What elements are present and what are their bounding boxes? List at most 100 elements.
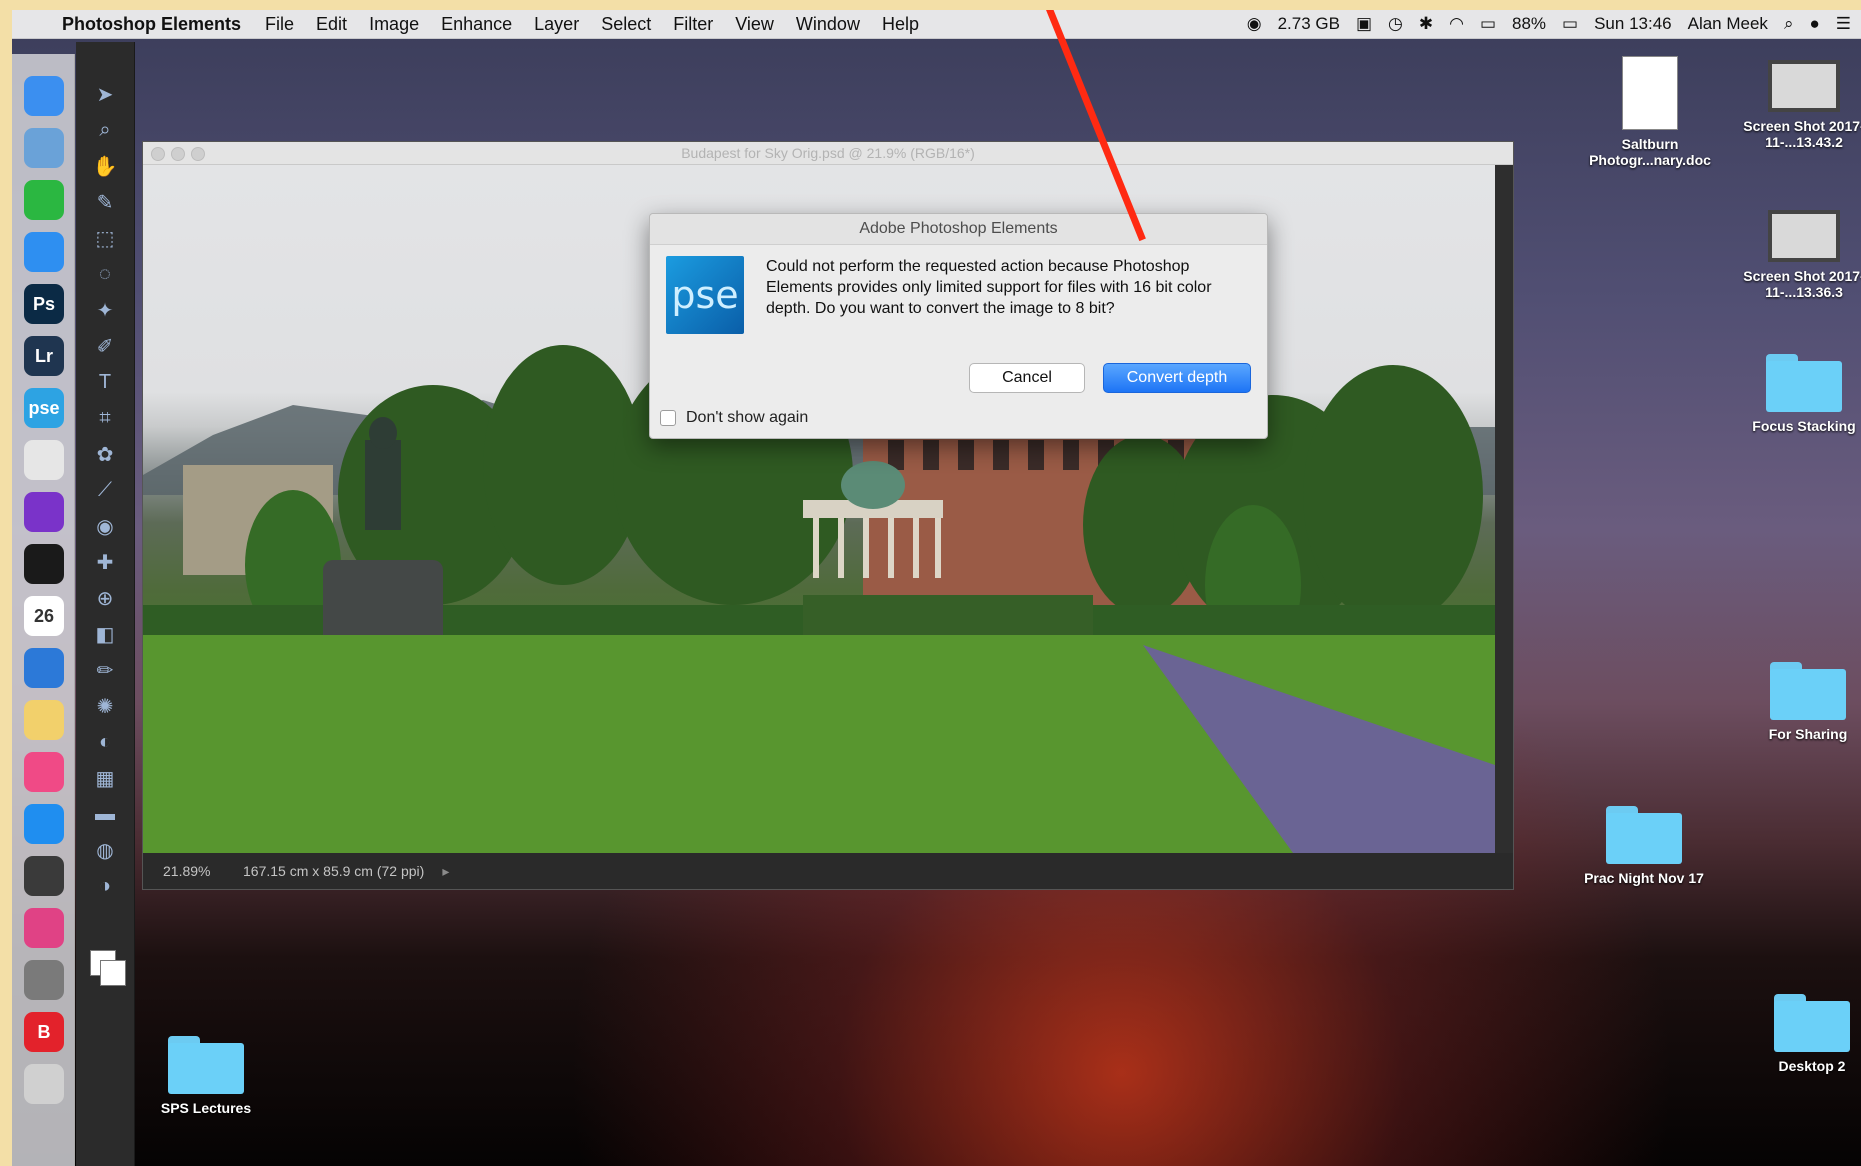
safari-icon[interactable] <box>24 232 64 272</box>
crop-tool-icon[interactable]: ⌗ <box>91 404 119 432</box>
menu-layer[interactable]: Layer <box>534 14 579 35</box>
type-tool-icon[interactable]: T <box>91 368 119 396</box>
gradient-tool-icon[interactable]: ▦ <box>91 764 119 792</box>
spotlight-search-icon[interactable]: ⌕ <box>1784 14 1794 34</box>
clone-stamp-icon[interactable]: ⊕ <box>91 584 119 612</box>
color-swatches[interactable] <box>90 950 126 986</box>
marquee-tool-icon[interactable]: ⬚ <box>91 224 119 252</box>
straighten-tool-icon[interactable]: ⟋ <box>91 476 119 504</box>
desktop-item-label: Screen Shot 2017-11-...13.43.2 <box>1743 118 1861 150</box>
desktop-folder-for-sharing[interactable]: For Sharing <box>1728 662 1861 742</box>
zoom-level: 21.89% <box>163 863 211 879</box>
move-tool-icon[interactable]: ➤ <box>91 80 119 108</box>
itunes-icon[interactable] <box>24 752 64 792</box>
activity-icon[interactable]: ◉ <box>1247 14 1262 34</box>
red-eye-tool-icon[interactable]: ◉ <box>91 512 119 540</box>
minimize-window-button[interactable] <box>171 147 185 161</box>
preview-icon[interactable] <box>24 128 64 168</box>
whatsapp-icon[interactable] <box>24 180 64 220</box>
desktop-folder-focus-stacking[interactable]: Focus Stacking <box>1724 354 1861 434</box>
display-icon[interactable] <box>24 908 64 948</box>
lasso-tool-icon[interactable]: ◌ <box>91 260 119 288</box>
dont-show-again-row[interactable]: Don't show again <box>660 409 808 427</box>
document-titlebar[interactable]: Budapest for Sky Orig.psd @ 21.9% (RGB/1… <box>143 142 1513 165</box>
trash-icon[interactable] <box>24 1064 64 1104</box>
clock[interactable]: Sun 13:46 <box>1594 14 1672 34</box>
folder-icon <box>1770 662 1846 720</box>
desktop-item-screenshot-1[interactable]: Screen Shot 2017-11-...13.43.2 <box>1724 60 1861 150</box>
zoom-window-button[interactable] <box>191 147 205 161</box>
paint-bucket-icon[interactable]: ◐ <box>91 728 119 756</box>
sponge-tool-icon[interactable]: ◑ <box>91 872 119 900</box>
menu-edit[interactable]: Edit <box>316 14 347 35</box>
photos-icon[interactable] <box>24 440 64 480</box>
notes-icon[interactable] <box>24 700 64 740</box>
photoshop-icon[interactable]: Ps <box>24 284 64 324</box>
finder-icon[interactable] <box>24 76 64 116</box>
shape-tool-icon[interactable]: ▬ <box>91 800 119 828</box>
notification-center-icon[interactable]: ☰ <box>1836 14 1851 34</box>
user-name[interactable]: Alan Meek <box>1688 14 1768 34</box>
lightroom-icon[interactable]: Lr <box>24 336 64 376</box>
menu-bar: Photoshop Elements File Edit Image Enhan… <box>12 10 1861 39</box>
desktop-item-label: For Sharing <box>1768 726 1848 742</box>
document-dimensions: 167.15 cm x 85.9 cm (72 ppi) <box>243 863 425 879</box>
selection-brush-icon[interactable]: ✐ <box>91 332 119 360</box>
vertical-scrollbar[interactable] <box>1495 165 1513 853</box>
keynote-icon[interactable] <box>24 648 64 688</box>
menu-view[interactable]: View <box>735 14 774 35</box>
battery-widget-icon[interactable] <box>24 856 64 896</box>
desktop-item-label: Focus Stacking <box>1752 418 1856 434</box>
menu-file[interactable]: File <box>265 14 294 35</box>
desktop-folder-sps-lectures[interactable]: SPS Lectures <box>126 1036 286 1116</box>
app-store-icon[interactable] <box>24 804 64 844</box>
menu-help[interactable]: Help <box>882 14 919 35</box>
smart-brush-icon[interactable]: ✺ <box>91 692 119 720</box>
affinity-icon[interactable] <box>24 492 64 532</box>
magic-wand-tool-icon[interactable]: ✦ <box>91 296 119 324</box>
battery-icon[interactable]: ▭ <box>1562 14 1578 34</box>
spot-healing-icon[interactable]: ✚ <box>91 548 119 576</box>
menu-select[interactable]: Select <box>601 14 651 35</box>
convert-depth-button[interactable]: Convert depth <box>1103 363 1251 393</box>
desktop-item-saltburn-doc[interactable]: Saltburn Photogr...nary.doc <box>1570 56 1730 168</box>
status-expand-arrow-icon[interactable]: ▸ <box>442 863 449 880</box>
desktop-folder-prac-night[interactable]: Prac Night Nov 17 <box>1564 806 1724 886</box>
menu-enhance[interactable]: Enhance <box>441 14 512 35</box>
eraser-tool-icon[interactable]: ◧ <box>91 620 119 648</box>
cookie-cutter-icon[interactable]: ✿ <box>91 440 119 468</box>
nik-icon[interactable] <box>24 544 64 584</box>
calendar-icon[interactable]: 26 <box>24 596 64 636</box>
photoshop-elements-icon[interactable]: pse <box>24 388 64 428</box>
system-preferences-icon[interactable] <box>24 960 64 1000</box>
battery-percent[interactable]: 88% <box>1512 14 1546 34</box>
blur-tool-icon[interactable]: ◍ <box>91 836 119 864</box>
desktop-folder-desktop-2[interactable]: Desktop 2 <box>1732 994 1861 1074</box>
display-icon[interactable]: ▣ <box>1356 14 1372 34</box>
desktop-item-label: Screen Shot 2017-11-...13.36.3 <box>1743 268 1861 300</box>
menu-image[interactable]: Image <box>369 14 419 35</box>
airplay-icon[interactable]: ▭ <box>1480 14 1496 34</box>
wifi-icon[interactable]: ◠ <box>1449 14 1464 34</box>
time-machine-icon[interactable]: ◷ <box>1388 14 1403 34</box>
document-title: Budapest for Sky Orig.psd @ 21.9% (RGB/1… <box>681 145 975 161</box>
desktop-item-label: Desktop 2 <box>1778 1058 1846 1074</box>
bitdefender-icon[interactable]: B <box>24 1012 64 1052</box>
desktop-item-label: Saltburn Photogr...nary.doc <box>1589 136 1711 168</box>
zoom-tool-icon[interactable]: ⌕ <box>91 116 119 144</box>
eyedropper-tool-icon[interactable]: ✎ <box>91 188 119 216</box>
desktop-item-screenshot-2[interactable]: Screen Shot 2017-11-...13.36.3 <box>1724 210 1861 300</box>
memory-readout[interactable]: 2.73 GB <box>1278 14 1340 34</box>
dont-show-again-checkbox[interactable] <box>660 410 676 426</box>
brush-tool-icon[interactable]: ✏ <box>91 656 119 684</box>
folder-icon <box>1606 806 1682 864</box>
hand-tool-icon[interactable]: ✋ <box>91 152 119 180</box>
menu-window[interactable]: Window <box>796 14 860 35</box>
bluetooth-icon[interactable]: ✱ <box>1419 14 1433 34</box>
close-window-button[interactable] <box>151 147 165 161</box>
siri-icon[interactable]: ● <box>1809 14 1819 34</box>
menu-filter[interactable]: Filter <box>673 14 713 35</box>
app-menu[interactable]: Photoshop Elements <box>62 14 241 35</box>
cancel-button[interactable]: Cancel <box>969 363 1085 393</box>
menu-bar-status-area: ◉ 2.73 GB ▣ ◷ ✱ ◠ ▭ 88% ▭ Sun 13:46 Alan… <box>1247 10 1851 38</box>
